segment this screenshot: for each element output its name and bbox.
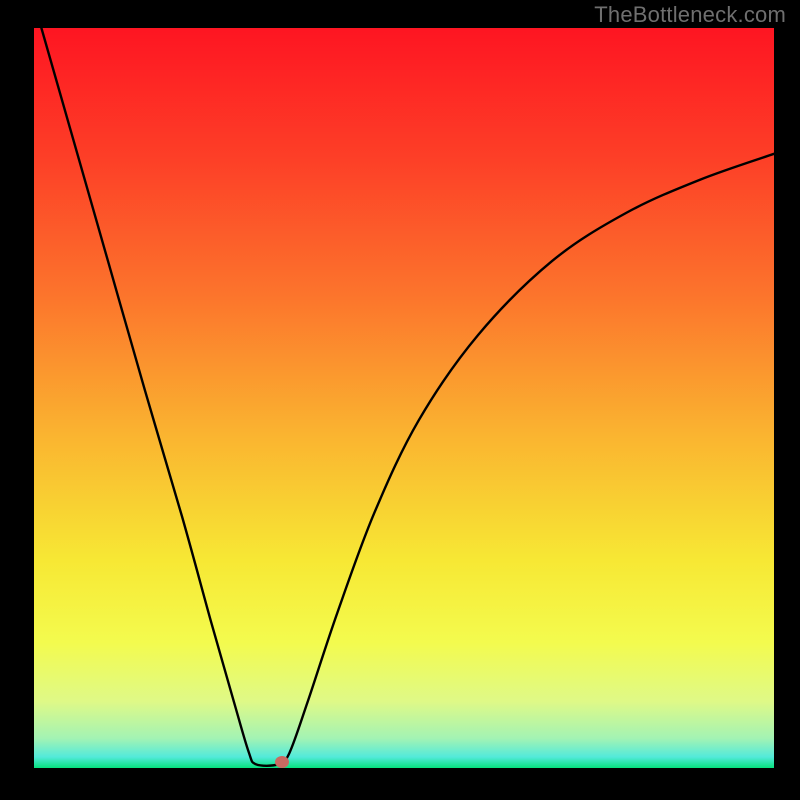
watermark-text: TheBottleneck.com	[594, 2, 786, 28]
bottleneck-curve-path	[41, 28, 774, 766]
plot-area	[34, 28, 774, 768]
optimum-marker	[275, 756, 289, 768]
curve-layer	[34, 28, 774, 768]
chart-frame: TheBottleneck.com	[0, 0, 800, 800]
